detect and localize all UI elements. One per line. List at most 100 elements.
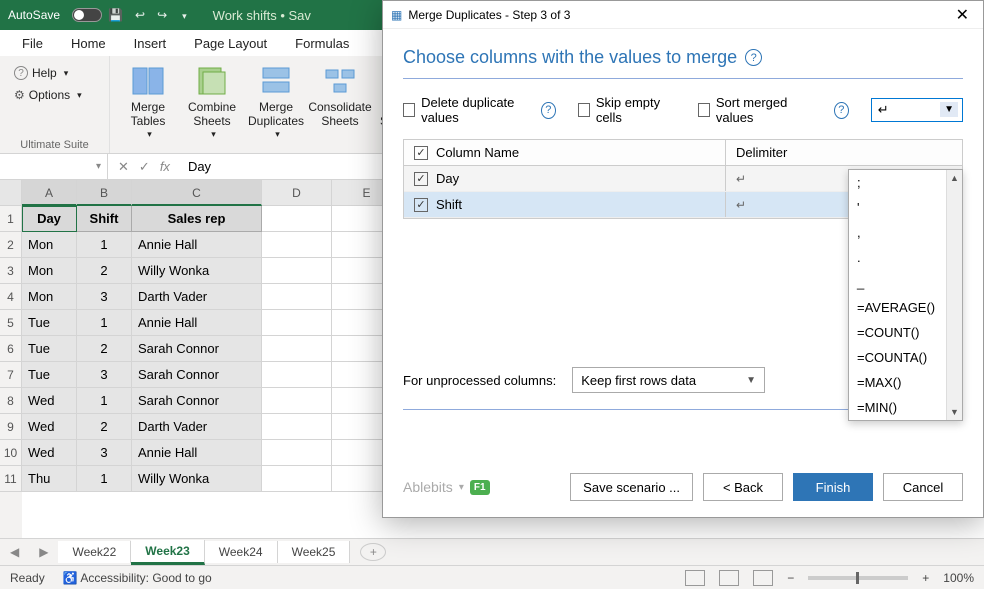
sheet-tab[interactable]: Week24 — [205, 541, 278, 563]
sheet-tab[interactable]: Week23 — [131, 540, 204, 565]
cell[interactable]: Tue — [22, 362, 77, 388]
cell[interactable]: Sales rep — [132, 206, 262, 232]
cell[interactable]: Sarah Connor — [132, 388, 262, 414]
skip-empty-checkbox[interactable]: Skip empty cells — [578, 95, 676, 125]
cell[interactable] — [262, 206, 332, 232]
row-header[interactable]: 7 — [0, 362, 22, 388]
dialog-titlebar[interactable]: ▦Merge Duplicates - Step 3 of 3 ✕ — [383, 1, 983, 29]
cell[interactable]: Sarah Connor — [132, 336, 262, 362]
row-header[interactable]: 8 — [0, 388, 22, 414]
help-icon[interactable]: ? — [745, 49, 762, 66]
help-icon[interactable]: ? — [834, 102, 849, 119]
cell[interactable]: Wed — [22, 414, 77, 440]
column-header[interactable]: C — [132, 180, 262, 206]
cell[interactable]: Willy Wonka — [132, 258, 262, 284]
row-header[interactable]: 2 — [0, 232, 22, 258]
cell[interactable]: Wed — [22, 388, 77, 414]
cell[interactable]: Annie Hall — [132, 440, 262, 466]
scroll-up-icon[interactable]: ▲ — [947, 170, 962, 186]
cell[interactable]: 1 — [77, 232, 132, 258]
row-header[interactable]: 5 — [0, 310, 22, 336]
cell[interactable] — [262, 336, 332, 362]
cell[interactable]: 3 — [77, 362, 132, 388]
brand-label[interactable]: Ablebits ▾ F1 — [403, 479, 490, 495]
save-icon[interactable]: 💾 — [108, 8, 123, 22]
back-button[interactable]: < Back — [703, 473, 783, 501]
cell[interactable]: 2 — [77, 258, 132, 284]
column-header[interactable]: D — [262, 180, 332, 206]
scroll-down-icon[interactable]: ▼ — [947, 404, 962, 420]
cell[interactable]: Annie Hall — [132, 232, 262, 258]
name-box[interactable]: ▾ — [0, 154, 108, 179]
row-header[interactable]: 4 — [0, 284, 22, 310]
row-checkbox[interactable] — [414, 198, 428, 212]
cell[interactable]: Darth Vader — [132, 284, 262, 310]
cell[interactable] — [262, 362, 332, 388]
merge-tables-button[interactable]: Merge Tables — [120, 60, 176, 139]
zoom-in-button[interactable]: + — [922, 571, 929, 585]
cell[interactable]: Willy Wonka — [132, 466, 262, 492]
cell[interactable]: 3 — [77, 284, 132, 310]
cell[interactable]: Annie Hall — [132, 310, 262, 336]
cell[interactable] — [262, 258, 332, 284]
column-header[interactable]: A — [22, 180, 77, 206]
delete-duplicates-checkbox[interactable]: Delete duplicate values? — [403, 95, 556, 125]
zoom-level[interactable]: 100% — [943, 571, 974, 585]
cell[interactable] — [262, 414, 332, 440]
help-icon[interactable]: ? — [541, 102, 556, 119]
qat-dropdown-icon[interactable] — [179, 8, 187, 22]
page-layout-view-icon[interactable] — [719, 570, 739, 586]
unprocessed-select[interactable]: Keep first rows data▼ — [572, 367, 765, 393]
row-checkbox[interactable] — [414, 172, 428, 186]
cell[interactable] — [262, 310, 332, 336]
accept-formula-icon[interactable]: ✓ — [139, 159, 150, 175]
cell[interactable]: Mon — [22, 232, 77, 258]
cell[interactable]: Tue — [22, 336, 77, 362]
cell[interactable]: Mon — [22, 284, 77, 310]
cell[interactable]: Mon — [22, 258, 77, 284]
select-all-corner[interactable] — [0, 180, 22, 206]
column-header[interactable]: B — [77, 180, 132, 206]
menu-page-layout[interactable]: Page Layout — [180, 32, 281, 55]
scrollbar[interactable]: ▲▼ — [946, 170, 962, 420]
cell[interactable]: Day — [22, 206, 77, 232]
normal-view-icon[interactable] — [685, 570, 705, 586]
select-all-checkbox[interactable] — [414, 146, 428, 160]
sort-merged-checkbox[interactable]: Sort merged values — [698, 95, 812, 125]
finish-button[interactable]: Finish — [793, 473, 873, 501]
undo-icon[interactable]: ↩ — [135, 8, 145, 22]
sheet-tab[interactable]: Week25 — [278, 541, 351, 563]
cell[interactable]: 1 — [77, 388, 132, 414]
close-button[interactable]: ✕ — [950, 5, 975, 25]
cell[interactable] — [262, 466, 332, 492]
sheet-tab[interactable]: Week22 — [58, 541, 131, 563]
menu-formulas[interactable]: Formulas — [281, 32, 363, 55]
cell[interactable] — [262, 388, 332, 414]
menu-home[interactable]: Home — [57, 32, 120, 55]
sheet-nav-next-icon[interactable]: ▶ — [29, 545, 58, 559]
combine-sheets-button[interactable]: Combine Sheets — [184, 60, 240, 139]
merge-duplicates-button[interactable]: Merge Duplicates — [248, 60, 304, 139]
cell[interactable]: Shift — [77, 206, 132, 232]
cell[interactable]: Thu — [22, 466, 77, 492]
sheet-nav-prev-icon[interactable]: ◀ — [0, 545, 29, 559]
zoom-slider[interactable] — [808, 576, 908, 580]
help-button[interactable]: ?Help — [10, 64, 72, 82]
page-break-view-icon[interactable] — [753, 570, 773, 586]
cell[interactable]: Darth Vader — [132, 414, 262, 440]
row-header[interactable]: 10 — [0, 440, 22, 466]
cell[interactable]: Wed — [22, 440, 77, 466]
menu-insert[interactable]: Insert — [120, 32, 181, 55]
save-scenario-button[interactable]: Save scenario ... — [570, 473, 693, 501]
status-accessibility[interactable]: ♿ Accessibility: Good to go — [63, 571, 212, 585]
cell[interactable]: Sarah Connor — [132, 362, 262, 388]
cell[interactable]: 3 — [77, 440, 132, 466]
cell[interactable]: Tue — [22, 310, 77, 336]
row-header[interactable]: 1 — [0, 206, 22, 232]
delimiter-combo[interactable]: ↵▼ — [871, 98, 963, 122]
cell[interactable]: 1 — [77, 466, 132, 492]
cell[interactable]: 2 — [77, 336, 132, 362]
cell[interactable] — [262, 284, 332, 310]
autosave-toggle[interactable] — [72, 8, 102, 22]
row-header[interactable]: 11 — [0, 466, 22, 492]
